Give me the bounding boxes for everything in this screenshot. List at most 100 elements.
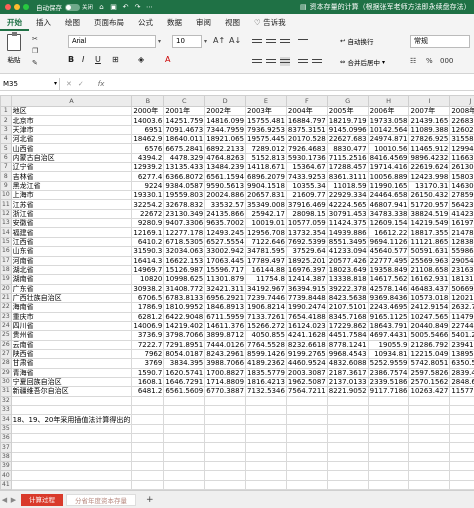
- cell[interactable]: [204, 442, 247, 453]
- cell[interactable]: 20170.528: [285, 134, 328, 145]
- cell[interactable]: 8232.6618: [285, 339, 328, 350]
- cell[interactable]: 22619.624: [408, 162, 451, 173]
- row-header[interactable]: 27: [0, 348, 12, 360]
- row-header[interactable]: 11: [0, 199, 12, 210]
- cell[interactable]: 3736.9: [131, 330, 165, 341]
- sheet-tab-capital-stock[interactable]: 分省年度资本存量: [66, 493, 136, 506]
- cell[interactable]: 10010.56: [367, 143, 410, 154]
- cell[interactable]: 12277.178: [163, 227, 206, 238]
- align-center-icon[interactable]: [266, 57, 276, 66]
- row-header[interactable]: 20: [0, 283, 12, 294]
- merge-center-button[interactable]: ⇔ 合并后居中 ▾: [340, 57, 385, 67]
- cell[interactable]: 7133.7261: [245, 311, 287, 322]
- cell[interactable]: 7926.4683: [285, 143, 328, 154]
- tab-home[interactable]: 开始: [0, 16, 29, 31]
- cell[interactable]: [367, 414, 410, 425]
- font-size-select[interactable]: 10: [172, 35, 202, 48]
- cell[interactable]: [131, 414, 165, 425]
- cell[interactable]: 14006.9: [131, 320, 165, 332]
- cell[interactable]: 1846.8913: [204, 302, 247, 313]
- align-top-icon[interactable]: [252, 37, 262, 46]
- row-header[interactable]: 17: [0, 255, 12, 266]
- cell[interactable]: 21108.658: [408, 264, 451, 276]
- cell[interactable]: 7115.2516: [326, 152, 369, 164]
- cell[interactable]: 13170.31: [408, 180, 451, 192]
- cell[interactable]: 11465.912: [408, 143, 451, 154]
- cell[interactable]: 2003.3087: [285, 367, 328, 378]
- autosave-toggle[interactable]: 自动保存 关闭: [36, 2, 93, 12]
- cell[interactable]: 11089.388: [408, 124, 451, 136]
- cell[interactable]: 16622.153: [163, 255, 206, 266]
- cell[interactable]: 2008年: [449, 105, 474, 117]
- cell[interactable]: [449, 442, 474, 453]
- cell[interactable]: 13484.239: [204, 162, 247, 173]
- cell[interactable]: 6576: [131, 143, 165, 154]
- cell[interactable]: [10, 461, 133, 472]
- cell[interactable]: [10, 404, 133, 416]
- cell[interactable]: 7344.7959: [204, 124, 247, 136]
- tab-review[interactable]: 审阅: [189, 16, 218, 31]
- row-header[interactable]: 31: [0, 386, 12, 397]
- cell[interactable]: 18643.791: [367, 320, 410, 332]
- cell[interactable]: 浙江省: [10, 208, 133, 220]
- cell[interactable]: 32678.832: [163, 199, 206, 210]
- cell[interactable]: [245, 479, 287, 491]
- cell[interactable]: 10934.81: [367, 348, 410, 360]
- row-header[interactable]: 38: [0, 451, 12, 463]
- cell[interactable]: 8221.9052: [326, 386, 369, 397]
- underline-button[interactable]: U: [95, 55, 101, 64]
- cell[interactable]: 黑龙江省: [10, 180, 133, 192]
- tab-view[interactable]: 视图: [218, 16, 247, 31]
- tab-insert[interactable]: 插入: [29, 16, 58, 31]
- cell[interactable]: 6281.2: [131, 311, 165, 322]
- cell[interactable]: 3899.8712: [204, 330, 247, 341]
- cell[interactable]: 7239.7446: [245, 292, 287, 304]
- cell[interactable]: [10, 395, 133, 407]
- column-header-c[interactable]: C: [163, 95, 206, 107]
- cell[interactable]: 27859.698: [449, 190, 474, 201]
- cell[interactable]: 19714.416: [367, 162, 410, 173]
- italic-button[interactable]: I: [82, 55, 84, 64]
- cell[interactable]: 9369.8436: [367, 292, 410, 304]
- cell[interactable]: [367, 404, 410, 416]
- cell[interactable]: 16124.023: [285, 320, 328, 332]
- cell[interactable]: [408, 470, 451, 481]
- cell[interactable]: 6706.5: [131, 292, 165, 304]
- row-header[interactable]: 4: [0, 134, 12, 145]
- row-header[interactable]: 1: [0, 105, 12, 117]
- cell[interactable]: [245, 404, 287, 416]
- cell[interactable]: 青海省: [10, 367, 133, 378]
- cell[interactable]: 9635.7002: [204, 218, 247, 229]
- cell[interactable]: 7739.8448: [285, 292, 328, 304]
- cell[interactable]: 17229.862: [326, 320, 369, 332]
- cell[interactable]: 45640.577: [367, 246, 410, 257]
- cell[interactable]: 22627.683: [326, 134, 369, 145]
- row-header[interactable]: 32: [0, 395, 12, 407]
- row-header[interactable]: 7: [0, 162, 12, 173]
- cell[interactable]: 7122.646: [245, 236, 287, 248]
- comma-style-button[interactable]: 000: [440, 57, 453, 65]
- cell[interactable]: 24974.871: [367, 134, 410, 145]
- row-header[interactable]: 26: [0, 339, 12, 350]
- cell[interactable]: [131, 479, 165, 491]
- row-header[interactable]: 41: [0, 479, 12, 491]
- cell[interactable]: [285, 479, 328, 491]
- cell[interactable]: [367, 423, 410, 435]
- cell[interactable]: 17789.497: [245, 255, 287, 266]
- cell[interactable]: 江西省: [10, 236, 133, 248]
- cell[interactable]: 11754.8: [245, 274, 287, 285]
- cell[interactable]: 5005.5466: [408, 330, 451, 341]
- cell[interactable]: [10, 451, 133, 463]
- more-icon[interactable]: ⋯: [145, 3, 154, 12]
- cell[interactable]: 23163.556: [449, 264, 474, 276]
- cell[interactable]: [326, 404, 369, 416]
- cell[interactable]: 5930.1736: [285, 152, 328, 164]
- cell[interactable]: 10820: [131, 274, 165, 285]
- cell[interactable]: 云南省: [10, 339, 133, 350]
- cell[interactable]: 19575.445: [245, 134, 287, 145]
- cell[interactable]: 42578.146: [367, 283, 410, 294]
- cell[interactable]: 16884.797: [285, 115, 328, 126]
- cell[interactable]: 20440.849: [408, 320, 451, 332]
- cell[interactable]: 15364.67: [285, 162, 328, 173]
- cell[interactable]: 4394.2: [131, 152, 165, 164]
